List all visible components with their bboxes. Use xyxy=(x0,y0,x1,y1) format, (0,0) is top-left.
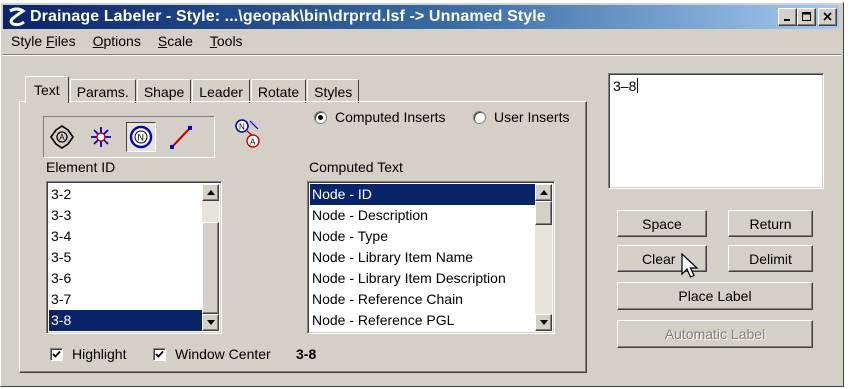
maximize-icon xyxy=(801,12,811,21)
link-button[interactable] xyxy=(166,122,196,152)
computed-inserts-radio-circle xyxy=(314,110,327,124)
link-icon xyxy=(170,126,192,149)
svg-text:A: A xyxy=(59,133,65,142)
list-item[interactable]: Node - Library Item Name xyxy=(310,247,536,268)
menu-style-files[interactable]: Style Files xyxy=(9,32,78,52)
element-type-toolbar: A N xyxy=(43,116,215,158)
arrow-up-icon xyxy=(206,190,215,195)
arrow-down-icon xyxy=(539,320,548,325)
clear-button[interactable]: Clear xyxy=(617,245,707,272)
maximize-button[interactable] xyxy=(797,8,816,26)
list-item[interactable]: Node - Library Item Description xyxy=(310,268,536,289)
minimize-button[interactable] xyxy=(778,8,797,26)
outlet-icon xyxy=(91,127,111,147)
node-icon: N xyxy=(129,125,153,149)
list-item[interactable]: Node - ID xyxy=(310,184,536,205)
checkmark-icon xyxy=(155,350,164,358)
place-label-button[interactable]: Place Label xyxy=(617,282,813,310)
list-item[interactable]: 3-7 xyxy=(49,289,203,310)
close-icon xyxy=(822,12,832,21)
title-bar[interactable]: Drainage Labeler - Style: ...\geopak\bin… xyxy=(3,5,839,29)
list-item[interactable]: 3-8 xyxy=(49,310,203,331)
return-button[interactable]: Return xyxy=(728,210,813,237)
menu-separator xyxy=(3,54,841,56)
element-id-scrollbar[interactable] xyxy=(202,184,219,331)
computed-text-list[interactable]: Node - ID Node - Description Node - Type No… xyxy=(307,181,555,334)
menu-bar: Style Files Options Scale Tools xyxy=(9,32,245,52)
inlet-icon: A xyxy=(50,125,74,149)
tab-strip: Text Params. Shape Leader Rotate Styles xyxy=(25,76,360,103)
highlight-checkbox[interactable]: Highlight xyxy=(50,346,126,362)
computed-text-label: Computed Text xyxy=(309,159,403,175)
minimize-icon xyxy=(784,18,790,21)
clear-button-label: Clear xyxy=(642,250,676,267)
list-item[interactable]: Node - Type xyxy=(310,226,536,247)
label-tool-icon: N A xyxy=(235,119,260,148)
user-inserts-radio-circle xyxy=(473,110,486,124)
menu-scale[interactable]: Scale xyxy=(156,32,195,52)
place-label-button-label: Place Label xyxy=(678,288,752,304)
computed-text-scrollbar[interactable] xyxy=(535,184,552,331)
tab-leader[interactable]: Leader xyxy=(192,79,250,103)
label-preview-text: 3–8 xyxy=(613,78,637,94)
tab-shape[interactable]: Shape xyxy=(136,79,192,103)
list-item[interactable]: 3-5 xyxy=(49,247,203,268)
return-button-label: Return xyxy=(749,215,792,232)
window-center-checkbox[interactable]: Window Center xyxy=(153,346,271,362)
space-button-label: Space xyxy=(642,215,682,232)
list-item[interactable]: Node - Description xyxy=(310,205,536,226)
scroll-thumb[interactable] xyxy=(535,201,552,225)
highlight-checkbox-box xyxy=(50,347,63,361)
highlight-label: Highlight xyxy=(72,346,127,362)
close-button[interactable] xyxy=(818,8,837,26)
automatic-label-button: Automatic Label xyxy=(617,320,813,348)
arrow-down-icon xyxy=(206,320,215,325)
user-inserts-radio[interactable]: User Inserts xyxy=(473,109,569,125)
scroll-down-button[interactable] xyxy=(535,314,552,331)
list-item[interactable]: 3-3 xyxy=(49,205,203,226)
menu-tools[interactable]: Tools xyxy=(208,32,245,52)
list-item[interactable]: Node - Reference Chain xyxy=(310,289,536,310)
computed-inserts-radio[interactable]: Computed Inserts xyxy=(314,109,446,125)
svg-text:N: N xyxy=(138,133,145,143)
label-tool-button[interactable]: N A xyxy=(230,117,264,151)
current-element-id: 3-8 xyxy=(296,346,317,362)
element-id-list[interactable]: 3-2 3-3 3-4 3-5 3-6 3-7 3-8 xyxy=(46,181,222,334)
text-caret xyxy=(637,78,639,93)
svg-text:N: N xyxy=(239,123,245,132)
user-inserts-label: User Inserts xyxy=(494,109,570,125)
arrow-up-icon xyxy=(539,190,548,195)
element-id-label: Element ID xyxy=(46,159,116,175)
label-preview-textarea[interactable]: 3–8 xyxy=(608,73,824,189)
tab-text[interactable]: Text xyxy=(25,76,69,103)
computed-inserts-label: Computed Inserts xyxy=(335,109,446,125)
window-center-label: Window Center xyxy=(175,346,271,362)
menu-options[interactable]: Options xyxy=(91,32,143,52)
inlet-button[interactable]: A xyxy=(47,122,77,152)
svg-text:A: A xyxy=(250,138,256,147)
list-item[interactable]: 3-4 xyxy=(49,226,203,247)
tab-params[interactable]: Params. xyxy=(69,79,136,103)
app-icon xyxy=(9,7,26,27)
automatic-label-button-label: Automatic Label xyxy=(664,326,766,342)
delimit-button[interactable]: Delimit xyxy=(728,245,813,272)
node-button[interactable]: N xyxy=(126,122,156,152)
scroll-thumb[interactable] xyxy=(202,222,219,314)
drainage-labeler-window: Drainage Labeler - Style: ...\geopak\bin… xyxy=(0,2,844,387)
list-item[interactable]: 3-6 xyxy=(49,268,203,289)
tab-styles[interactable]: Styles xyxy=(307,79,360,103)
list-item[interactable]: Node - Reference PGL xyxy=(310,310,536,331)
list-item[interactable]: 3-2 xyxy=(49,184,203,205)
scroll-up-button[interactable] xyxy=(535,184,552,201)
scroll-down-button[interactable] xyxy=(202,314,219,331)
window-center-checkbox-box xyxy=(153,347,166,361)
outlet-button[interactable] xyxy=(86,122,116,152)
delimit-button-label: Delimit xyxy=(749,250,792,267)
scroll-up-button[interactable] xyxy=(202,184,219,201)
tab-rotate[interactable]: Rotate xyxy=(250,79,307,103)
space-button[interactable]: Space xyxy=(617,210,707,237)
checkmark-icon xyxy=(52,350,61,358)
window-title: Drainage Labeler - Style: ...\geopak\bin… xyxy=(30,8,546,25)
